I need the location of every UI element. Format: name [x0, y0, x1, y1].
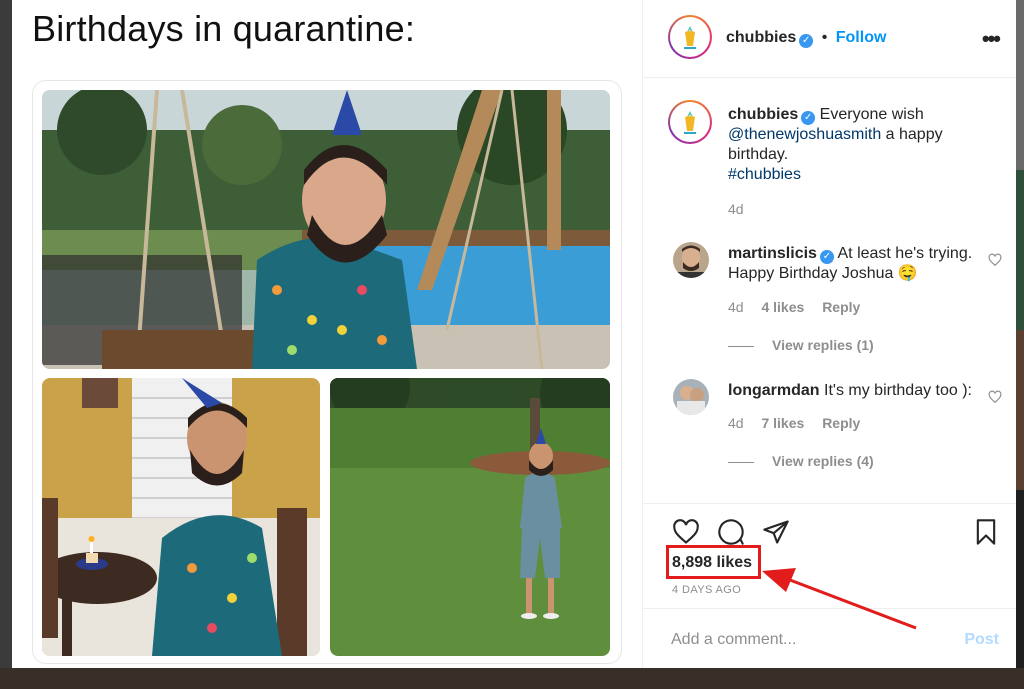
more-options-button[interactable]: ••• [982, 26, 1001, 52]
comment-bubble-icon[interactable] [717, 518, 745, 546]
background-right [1016, 0, 1024, 689]
header-separator: • [821, 29, 828, 46]
reply-button[interactable]: Reply [822, 299, 860, 315]
post-comment-button[interactable]: Post [964, 631, 999, 649]
follow-button[interactable]: Follow [836, 29, 887, 46]
replies-divider [728, 461, 754, 463]
verified-badge-icon: ✓ [819, 250, 834, 264]
header-username[interactable]: chubbies [726, 29, 796, 46]
comment-text: martinslicis ✓ At least he's trying. Happ… [728, 244, 990, 284]
caption-username[interactable]: chubbies [728, 106, 798, 123]
photo-yard [330, 378, 610, 656]
like-comment-heart-icon[interactable] [988, 390, 1002, 404]
add-comment-bar: Add a comment... Post [643, 608, 1016, 668]
background-bottom [0, 668, 1024, 689]
add-comment-input[interactable]: Add a comment... [671, 631, 796, 649]
chubbies-avatar[interactable] [668, 15, 712, 59]
caption-avatar[interactable] [668, 100, 712, 144]
post-timestamp[interactable]: 4 DAYS AGO [672, 584, 741, 596]
save-bookmark-icon[interactable] [972, 518, 1000, 546]
comment-likes[interactable]: 7 likes [761, 415, 804, 431]
post-modal: Birthdays in quarantine: chubbies ✓ • Fo… [12, 0, 1016, 668]
background-left [0, 0, 12, 689]
view-replies-label: View replies (1) [772, 337, 874, 353]
comment-age[interactable]: 4d [728, 415, 744, 431]
photo-swing-pool [42, 90, 610, 369]
replies-divider [728, 345, 754, 347]
mention-link[interactable]: @thenewjoshuasmith [728, 126, 881, 143]
comment-body: It's my birthday too ): [819, 382, 972, 399]
comment-avatar[interactable] [673, 242, 709, 278]
comment-username[interactable]: longarmdan [728, 382, 820, 399]
pineapple-logo-icon [684, 111, 696, 134]
pineapple-logo-icon [684, 26, 696, 49]
comment-avatar[interactable] [673, 379, 709, 415]
share-paper-plane-icon[interactable] [762, 518, 790, 546]
header-user: chubbies ✓ • Follow [726, 29, 886, 48]
view-replies-button[interactable]: View replies (4) [728, 453, 874, 469]
post-title: Birthdays in quarantine: [32, 8, 416, 49]
comment-username[interactable]: martinslicis [728, 245, 817, 262]
hashtag-link[interactable]: #chubbies [728, 166, 801, 183]
verified-badge-icon: ✓ [801, 111, 816, 125]
caption-meta: 4d [728, 201, 758, 217]
post-header: chubbies ✓ • Follow ••• [643, 0, 1016, 78]
post-image: Birthdays in quarantine: [12, 0, 643, 668]
caption-body-start: Everyone wish [815, 106, 924, 123]
comment-age[interactable]: 4d [728, 299, 744, 315]
verified-badge-icon: ✓ [799, 34, 814, 48]
comment-likes[interactable]: 4 likes [761, 299, 804, 315]
view-replies-button[interactable]: View replies (1) [728, 337, 874, 353]
post-side-panel: chubbies ✓ • Follow ••• chubbies ✓ Every… [643, 0, 1016, 668]
comment-meta: 4d 7 likes Reply [728, 415, 874, 431]
reply-button[interactable]: Reply [822, 415, 860, 431]
likes-count[interactable]: 8,898 likes [672, 554, 752, 572]
like-heart-icon[interactable] [672, 518, 700, 546]
comments-list: chubbies ✓ Everyone wish @thenewjoshuasmi… [643, 79, 1016, 503]
photo-collage [32, 80, 622, 664]
comment-text: longarmdan It's my birthday too ): [728, 381, 990, 401]
caption-age[interactable]: 4d [728, 201, 744, 217]
comment-meta: 4d 4 likes Reply [728, 299, 874, 315]
like-comment-heart-icon[interactable] [988, 253, 1002, 267]
photo-cupcake [42, 378, 320, 656]
caption-text: chubbies ✓ Everyone wish @thenewjoshuasmi… [728, 105, 990, 185]
view-replies-label: View replies (4) [772, 453, 874, 469]
